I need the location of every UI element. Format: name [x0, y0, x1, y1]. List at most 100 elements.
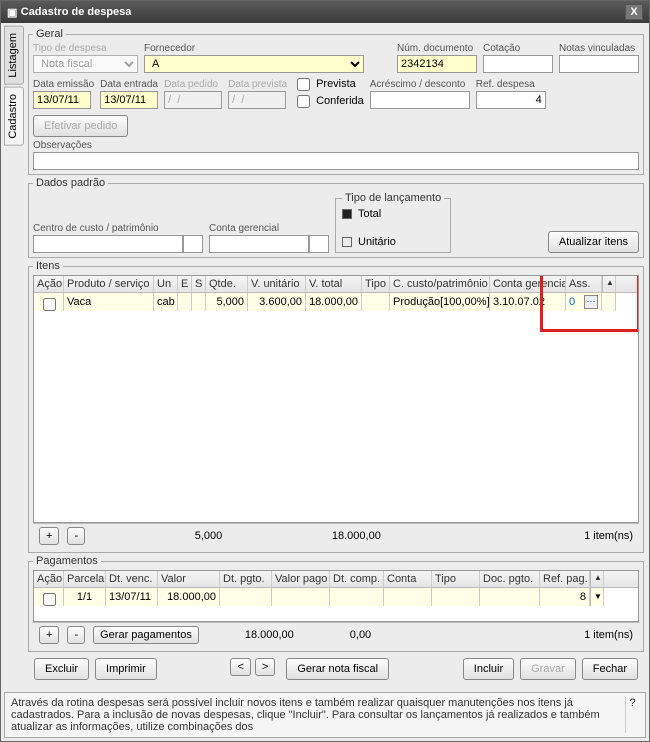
label-emissao: Data emissão: [33, 79, 94, 90]
chk-conferida-label: Conferida: [316, 95, 364, 107]
close-button[interactable]: X: [625, 4, 643, 20]
btn-gravar: Gravar: [520, 658, 576, 680]
input-conta-aux[interactable]: [309, 235, 329, 253]
pfoot-valor: 18.000,00: [245, 629, 294, 641]
cell-vtotal: 18.000,00: [306, 293, 362, 311]
btn-pag-remove[interactable]: -: [67, 626, 85, 644]
pcell-tipo: [432, 588, 480, 606]
input-obs[interactable]: [33, 152, 639, 170]
label-refdesp: Ref. despesa: [476, 79, 546, 90]
label-prevista: Data prevista: [228, 79, 287, 90]
col-prod[interactable]: Produto / serviço: [64, 276, 154, 292]
pfoot-pago: 0,00: [350, 629, 371, 641]
cell-ccusto: Produção[100,00%]: [390, 293, 490, 311]
pcol-acao[interactable]: Ação: [34, 571, 64, 587]
btn-item-remove[interactable]: -: [67, 527, 85, 545]
pag-row[interactable]: 1/1 13/07/11 18.000,00 8 ▼: [34, 588, 638, 606]
input-emissao[interactable]: [33, 91, 91, 109]
col-e[interactable]: E: [178, 276, 192, 292]
col-scroll-up[interactable]: ▲: [602, 276, 616, 292]
ass-lookup-button[interactable]: ⋯: [584, 295, 598, 309]
legend-pag: Pagamentos: [33, 555, 101, 567]
input-notas[interactable]: [559, 55, 639, 73]
pcell-venc: 13/07/11: [106, 588, 158, 606]
cell-vunit: 3.600,00: [248, 293, 306, 311]
pcell-docpgto: [480, 588, 540, 606]
pcol-parcela[interactable]: Parcela: [64, 571, 106, 587]
pag-chk[interactable]: [43, 593, 56, 606]
btn-gerar-pag[interactable]: Gerar pagamentos: [93, 626, 199, 644]
hint-help-icon[interactable]: ?: [625, 697, 639, 733]
pcol-tipo[interactable]: Tipo: [432, 571, 480, 587]
input-cotacao[interactable]: [483, 55, 553, 73]
window-title: Cadastro de despesa: [21, 6, 132, 18]
input-entrada[interactable]: [100, 91, 158, 109]
label-entrada: Data entrada: [100, 79, 158, 90]
btn-pag-add[interactable]: +: [39, 626, 59, 644]
pcol-conta[interactable]: Conta: [384, 571, 432, 587]
pcell-conta: [384, 588, 432, 606]
pcol-scroll-dn[interactable]: ▼: [590, 588, 604, 606]
item-row[interactable]: Vaca cab 5,000 3.600,00 18.000,00 Produç…: [34, 293, 638, 311]
btn-imprimir[interactable]: Imprimir: [95, 658, 157, 680]
label-conta: Conta gerencial: [209, 223, 329, 234]
tab-listagem[interactable]: Listagem: [4, 26, 24, 85]
window-icon: ▣: [7, 6, 17, 19]
btn-prev[interactable]: <: [230, 658, 250, 676]
select-fornecedor[interactable]: A: [144, 55, 364, 73]
input-conta[interactable]: [209, 235, 309, 253]
input-refdesp[interactable]: [476, 91, 546, 109]
cell-prod: Vaca: [64, 293, 154, 311]
select-tipo[interactable]: Nota fiscal: [33, 55, 138, 73]
input-numdoc[interactable]: [397, 55, 477, 73]
pcol-valor[interactable]: Valor: [158, 571, 220, 587]
pcol-docpgto[interactable]: Doc. pgto.: [480, 571, 540, 587]
fieldset-padrao: Dados padrão Centro de custo / patrimôni…: [28, 177, 644, 258]
btn-incluir[interactable]: Incluir: [463, 658, 514, 680]
cell-ass[interactable]: 0 ⋯: [566, 293, 602, 311]
pcell-valpago: [272, 588, 330, 606]
fieldset-geral: Geral Tipo de despesa Nota fiscal Fornec…: [28, 28, 644, 175]
cell-qtde: 5,000: [206, 293, 248, 311]
chk-prevista[interactable]: [297, 78, 310, 91]
tab-cadastro[interactable]: Cadastro: [4, 87, 24, 146]
btn-gerarnota[interactable]: Gerar nota fiscal: [286, 658, 389, 680]
pcol-venc[interactable]: Dt. venc.: [106, 571, 158, 587]
pcol-scroll-up[interactable]: ▲: [590, 571, 604, 587]
radio-unitario[interactable]: Unitário: [342, 234, 444, 250]
label-notas: Notas vinculadas: [559, 43, 639, 54]
input-centro[interactable]: [33, 235, 183, 253]
col-ccusto[interactable]: C. custo/patrimônio: [390, 276, 490, 292]
pcol-comp[interactable]: Dt. comp.: [330, 571, 384, 587]
fieldset-pagamentos: Pagamentos Ação Parcela Dt. venc. Valor …: [28, 555, 644, 652]
input-centro-aux[interactable]: [183, 235, 203, 253]
chk-conferida[interactable]: [297, 95, 310, 108]
foot-total: 18.000,00: [332, 530, 381, 542]
item-chk[interactable]: [43, 298, 56, 311]
btn-atualizar[interactable]: Atualizar itens: [548, 231, 639, 253]
col-acao[interactable]: Ação: [34, 276, 64, 292]
col-ass[interactable]: Ass.: [566, 276, 602, 292]
pcol-pgto[interactable]: Dt. pgto.: [220, 571, 272, 587]
btn-fechar[interactable]: Fechar: [582, 658, 638, 680]
input-acresc[interactable]: [370, 91, 470, 109]
col-cger[interactable]: Conta gerencial: [490, 276, 566, 292]
btn-item-add[interactable]: +: [39, 527, 59, 545]
btn-next[interactable]: >: [255, 658, 275, 676]
pcol-refpag[interactable]: Ref. pag.: [540, 571, 590, 587]
col-vtotal[interactable]: V. total: [306, 276, 362, 292]
legend-padrao: Dados padrão: [33, 177, 108, 189]
col-qtde[interactable]: Qtde.: [206, 276, 248, 292]
btn-excluir[interactable]: Excluir: [34, 658, 89, 680]
pcell-valor: 18.000,00: [158, 588, 220, 606]
legend-geral: Geral: [33, 28, 66, 40]
radio-total[interactable]: Total: [342, 206, 444, 222]
col-vunit[interactable]: V. unitário: [248, 276, 306, 292]
col-tipo[interactable]: Tipo: [362, 276, 390, 292]
label-tipo: Tipo de despesa: [33, 43, 138, 54]
pfoot-count: 1 item(ns): [584, 629, 633, 641]
pcol-valpago[interactable]: Valor pago: [272, 571, 330, 587]
col-un[interactable]: Un: [154, 276, 178, 292]
col-s[interactable]: S: [192, 276, 206, 292]
label-fornecedor: Fornecedor: [144, 43, 391, 54]
